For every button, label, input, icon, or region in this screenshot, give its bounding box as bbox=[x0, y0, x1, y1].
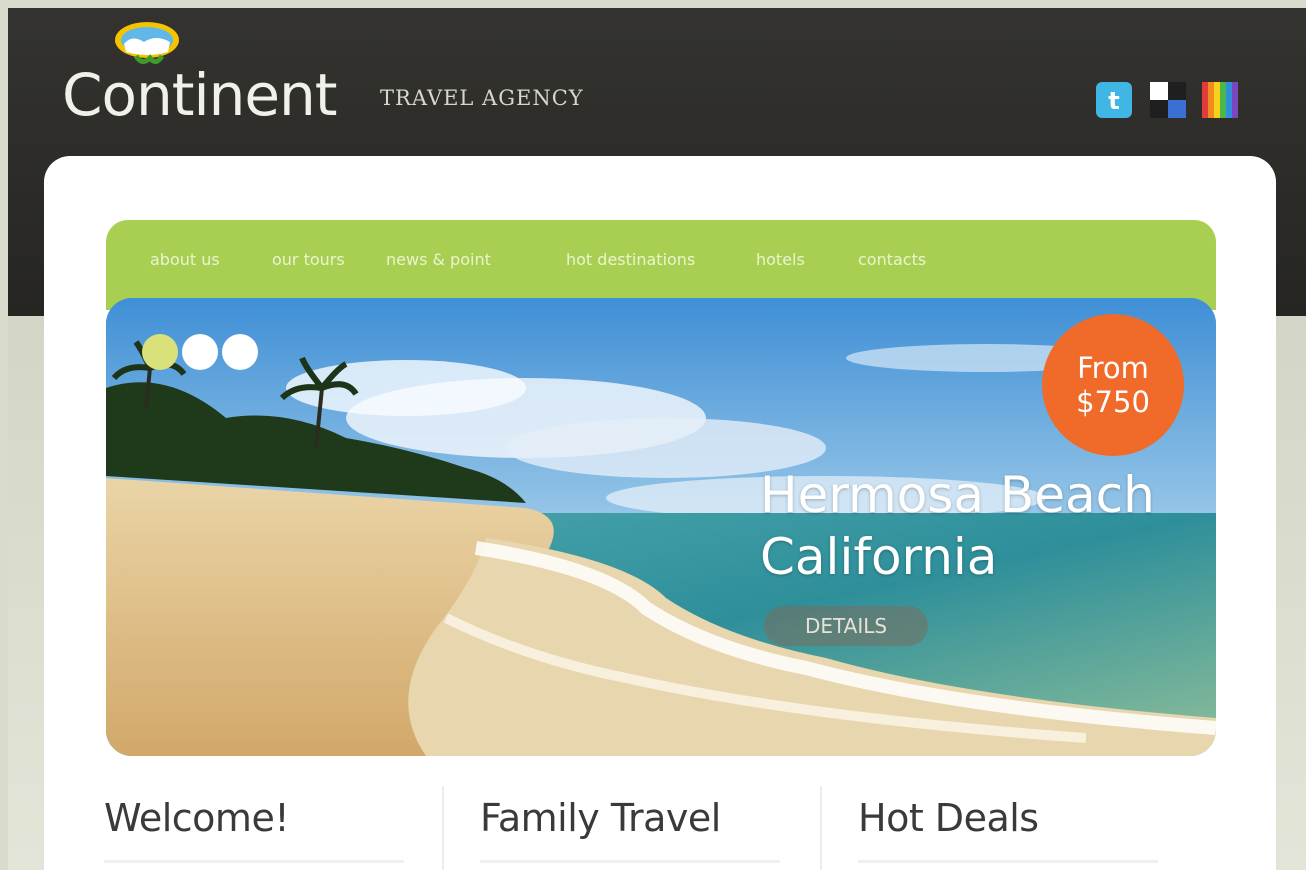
svg-text:t: t bbox=[1108, 87, 1119, 115]
nav-item-destinations[interactable]: hot destinations bbox=[566, 250, 695, 269]
price-badge: From $750 bbox=[1042, 314, 1184, 456]
section-title-hot-deals: Hot Deals bbox=[858, 796, 1039, 840]
details-button[interactable]: DETAILS bbox=[764, 606, 928, 646]
nav-item-contacts[interactable]: contacts bbox=[858, 250, 926, 269]
slide-dot-1[interactable] bbox=[142, 334, 178, 370]
twitter-icon[interactable]: t bbox=[1094, 80, 1134, 120]
price-label: From bbox=[1077, 351, 1149, 385]
logo-tagline: TRAVEL AGENCY bbox=[380, 86, 584, 110]
hero-title: Hermosa Beach California bbox=[760, 464, 1155, 588]
section-title-welcome: Welcome! bbox=[104, 796, 290, 840]
nav-item-news[interactable]: news & point bbox=[386, 250, 491, 269]
hero-title-line-2: California bbox=[760, 528, 998, 586]
section-underline bbox=[858, 860, 1158, 863]
logo-name[interactable]: Continent bbox=[62, 60, 338, 130]
nav-item-tours[interactable]: our tours bbox=[272, 250, 345, 269]
section-underline bbox=[104, 860, 404, 863]
slide-dot-2[interactable] bbox=[182, 334, 218, 370]
slide-dot-3[interactable] bbox=[222, 334, 258, 370]
column-divider bbox=[442, 786, 444, 870]
column-divider bbox=[820, 786, 822, 870]
flickr-icon[interactable] bbox=[1200, 80, 1240, 120]
hero-title-line-1: Hermosa Beach bbox=[760, 466, 1155, 524]
hero-slider[interactable]: From $750 Hermosa Beach California DETAI… bbox=[106, 298, 1216, 756]
section-underline bbox=[480, 860, 780, 863]
nav-item-about[interactable]: about us bbox=[150, 250, 220, 269]
delicious-icon[interactable] bbox=[1148, 80, 1188, 120]
price-value: $750 bbox=[1076, 385, 1150, 419]
section-title-family-travel: Family Travel bbox=[480, 796, 721, 840]
main-nav: about us our tours news & point hot dest… bbox=[106, 220, 1216, 310]
nav-item-hotels[interactable]: hotels bbox=[756, 250, 805, 269]
